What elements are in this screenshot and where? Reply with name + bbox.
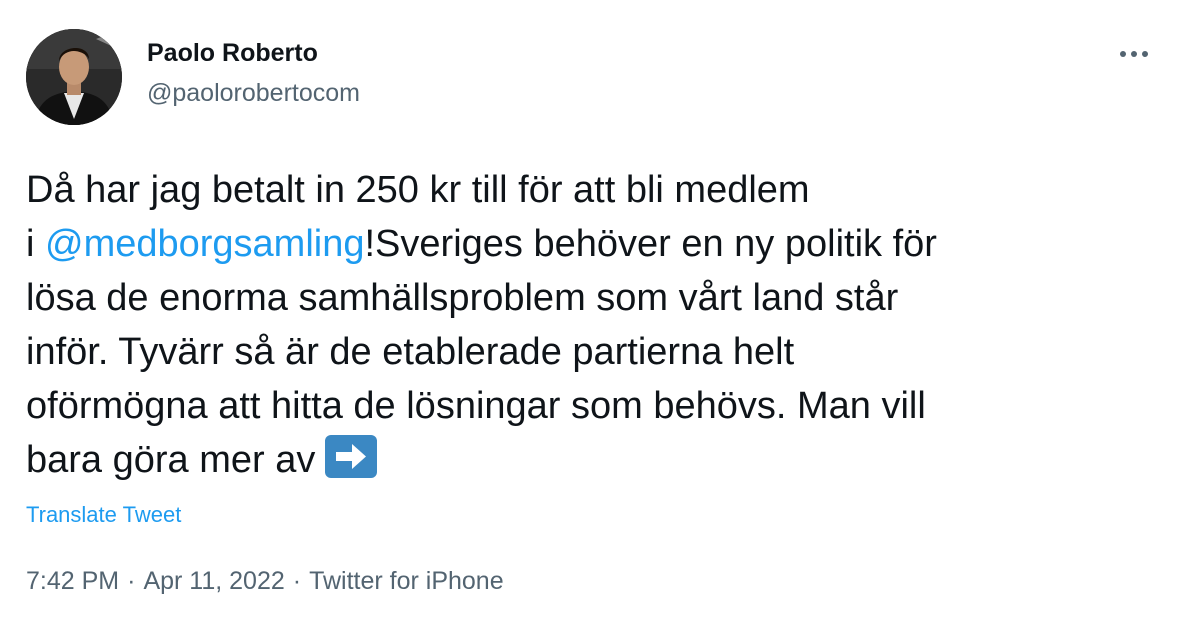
tweet-text-fragment: i bbox=[26, 223, 45, 265]
author-name[interactable]: Paolo Roberto bbox=[147, 39, 318, 68]
tweet-text-line: oförmögna att hitta de lösningar som beh… bbox=[26, 385, 926, 427]
tweet-text-line: i @medborgsamling!Sveriges behöver en ny… bbox=[26, 217, 1151, 271]
more-dots-icon bbox=[1120, 51, 1148, 57]
tweet-date[interactable]: Apr 11, 2022 bbox=[143, 567, 284, 595]
tweet-source[interactable]: Twitter for iPhone bbox=[309, 567, 504, 595]
mention-link[interactable]: @medborgsamling bbox=[45, 223, 365, 265]
tweet-time[interactable]: 7:42 PM bbox=[26, 567, 119, 595]
author-avatar[interactable] bbox=[26, 29, 122, 125]
author-handle[interactable]: @paolorobertocom bbox=[147, 79, 360, 108]
tweet-text-fragment: bara göra mer av bbox=[26, 439, 316, 481]
tweet-text: Då har jag betalt in 250 kr till för att… bbox=[26, 163, 1151, 487]
meta-separator: · bbox=[292, 567, 302, 595]
right-arrow-emoji-icon bbox=[325, 435, 378, 478]
translate-tweet-link[interactable]: Translate Tweet bbox=[26, 502, 181, 528]
meta-separator: · bbox=[127, 567, 136, 595]
tweet-text-line: lösa de enorma samhällsproblem som vårt … bbox=[26, 277, 899, 319]
tweet-metadata: 7:42 PM · Apr 11, 2022 · Twitter for iPhone bbox=[26, 567, 504, 596]
tweet-text-line: bara göra mer av bbox=[26, 433, 1151, 487]
tweet-card: Paolo Roberto @paolorobertocom Då har ja… bbox=[0, 0, 1178, 630]
profile-photo-icon bbox=[26, 29, 122, 125]
tweet-text-line: Då har jag betalt in 250 kr till för att… bbox=[26, 169, 810, 211]
tweet-text-line: inför. Tyvärr så är de etablerade partie… bbox=[26, 331, 795, 373]
tweet-text-fragment: !Sveriges behöver en ny politik för bbox=[364, 223, 937, 265]
more-options-button[interactable] bbox=[1116, 36, 1152, 72]
